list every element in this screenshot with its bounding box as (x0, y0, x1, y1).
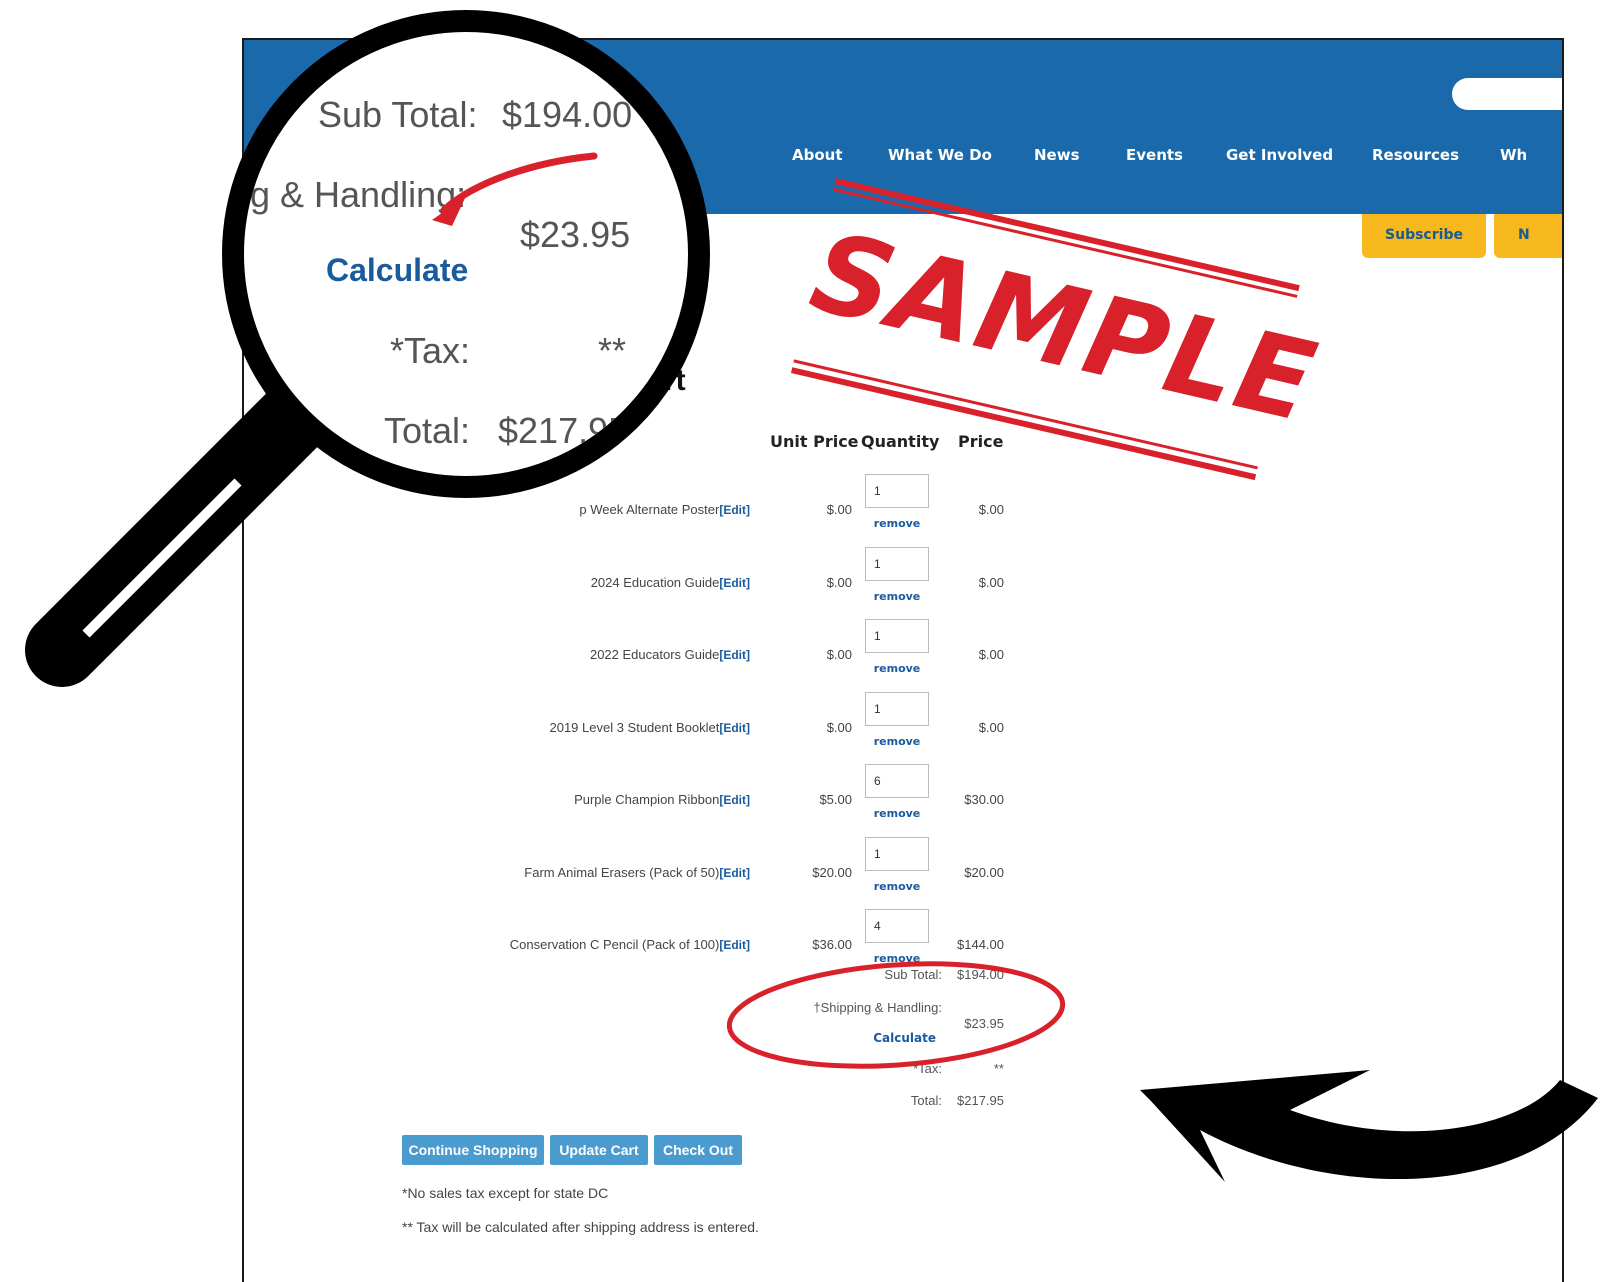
unit-price: $.00 (826, 647, 852, 662)
calculate-link[interactable]: Calculate (873, 1031, 936, 1045)
item-name-text: 2022 Educators Guide (589, 647, 720, 662)
line-price: $.00 (978, 720, 1004, 735)
search-input[interactable] (1452, 78, 1562, 110)
line-price: $30.00 (964, 792, 1004, 807)
nav-get-involved[interactable]: Get Involved (1226, 146, 1333, 164)
line-price: $.00 (978, 502, 1004, 517)
item-name: 2022 Educators Guide[Edit] (590, 647, 750, 662)
nav-truncated[interactable]: Wh (1500, 146, 1527, 164)
col-quantity: Quantity (861, 432, 940, 451)
total-value: $217.95 (957, 1093, 1004, 1108)
item-name-text: p Week Alternate Poster (579, 502, 720, 517)
item-name: 2024 Education Guide[Edit] (591, 575, 750, 590)
cart-row: Conservation C Pencil (Pack of 100)[Edit… (244, 909, 1562, 995)
remove-link[interactable]: remove (864, 590, 930, 603)
red-arrow-icon (432, 152, 598, 226)
tax-value: ** (993, 1061, 1004, 1076)
remove-link[interactable]: remove (864, 662, 930, 675)
edit-link[interactable]: [Edit] (719, 866, 750, 880)
subtotal-value: $194.00 (957, 967, 1004, 982)
check-out-button[interactable]: Check Out (654, 1135, 742, 1165)
nav-resources[interactable]: Resources (1372, 146, 1459, 164)
col-unit-price: Unit Price (770, 432, 859, 451)
nav-what-we-do[interactable]: What We Do (888, 146, 992, 164)
remove-link[interactable]: remove (864, 880, 930, 893)
edit-link[interactable]: [Edit] (719, 576, 750, 590)
unit-price: $.00 (826, 502, 852, 517)
quantity-input[interactable] (865, 547, 929, 581)
item-name: Farm Animal Erasers (Pack of 50)[Edit] (524, 865, 750, 880)
secondary-yellow-button[interactable]: N (1494, 214, 1562, 258)
edit-link[interactable]: [Edit] (719, 793, 750, 807)
magnifier-lens: Sub Total: $194.00 g & Handling: $23.95 … (222, 10, 710, 498)
item-name-text: Conservation C Pencil (Pack of 100) (509, 937, 720, 952)
item-name: p Week Alternate Poster[Edit] (579, 502, 750, 517)
tax-note: *No sales tax except for state DC (402, 1185, 609, 1201)
edit-link[interactable]: [Edit] (719, 721, 750, 735)
shipping-value: $23.95 (964, 1016, 1004, 1031)
unit-price: $.00 (826, 720, 852, 735)
line-price: $.00 (978, 575, 1004, 590)
item-name: Conservation C Pencil (Pack of 100)[Edit… (510, 937, 750, 952)
line-price: $.00 (978, 647, 1004, 662)
nav-events[interactable]: Events (1126, 146, 1183, 164)
quantity-input[interactable] (865, 909, 929, 943)
subscribe-button[interactable]: Subscribe (1362, 214, 1486, 258)
tax-calculation-note: ** Tax will be calculated after shipping… (402, 1219, 759, 1235)
line-price: $144.00 (957, 937, 1004, 952)
unit-price: $.00 (826, 575, 852, 590)
unit-price: $20.00 (812, 865, 852, 880)
item-name-text: Farm Animal Erasers (Pack of 50) (524, 865, 720, 880)
quantity-input[interactable] (865, 474, 929, 508)
remove-link[interactable]: remove (864, 517, 930, 530)
line-price: $20.00 (964, 865, 1004, 880)
nav-news[interactable]: News (1034, 146, 1080, 164)
quantity-input[interactable] (865, 619, 929, 653)
unit-price: $36.00 (812, 937, 852, 952)
remove-link[interactable]: remove (864, 952, 930, 965)
edit-link[interactable]: [Edit] (719, 938, 750, 952)
continue-shopping-button[interactable]: Continue Shopping (402, 1135, 544, 1165)
item-name-text: 2019 Level 3 Student Booklet (549, 720, 720, 735)
item-name: Purple Champion Ribbon[Edit] (574, 792, 750, 807)
edit-link[interactable]: [Edit] (719, 503, 750, 517)
shipping-label: †Shipping & Handling: (813, 1000, 942, 1015)
remove-link[interactable]: remove (864, 735, 930, 748)
nav-about[interactable]: About (792, 146, 843, 164)
quantity-input[interactable] (865, 764, 929, 798)
remove-link[interactable]: remove (864, 807, 930, 820)
quantity-input[interactable] (865, 692, 929, 726)
item-name-text: 2024 Education Guide (590, 575, 720, 590)
item-name: 2019 Level 3 Student Booklet[Edit] (549, 720, 750, 735)
item-name-text: Purple Champion Ribbon (574, 792, 720, 807)
unit-price: $5.00 (819, 792, 852, 807)
edit-link[interactable]: [Edit] (719, 648, 750, 662)
quantity-input[interactable] (865, 837, 929, 871)
update-cart-button[interactable]: Update Cart (550, 1135, 648, 1165)
